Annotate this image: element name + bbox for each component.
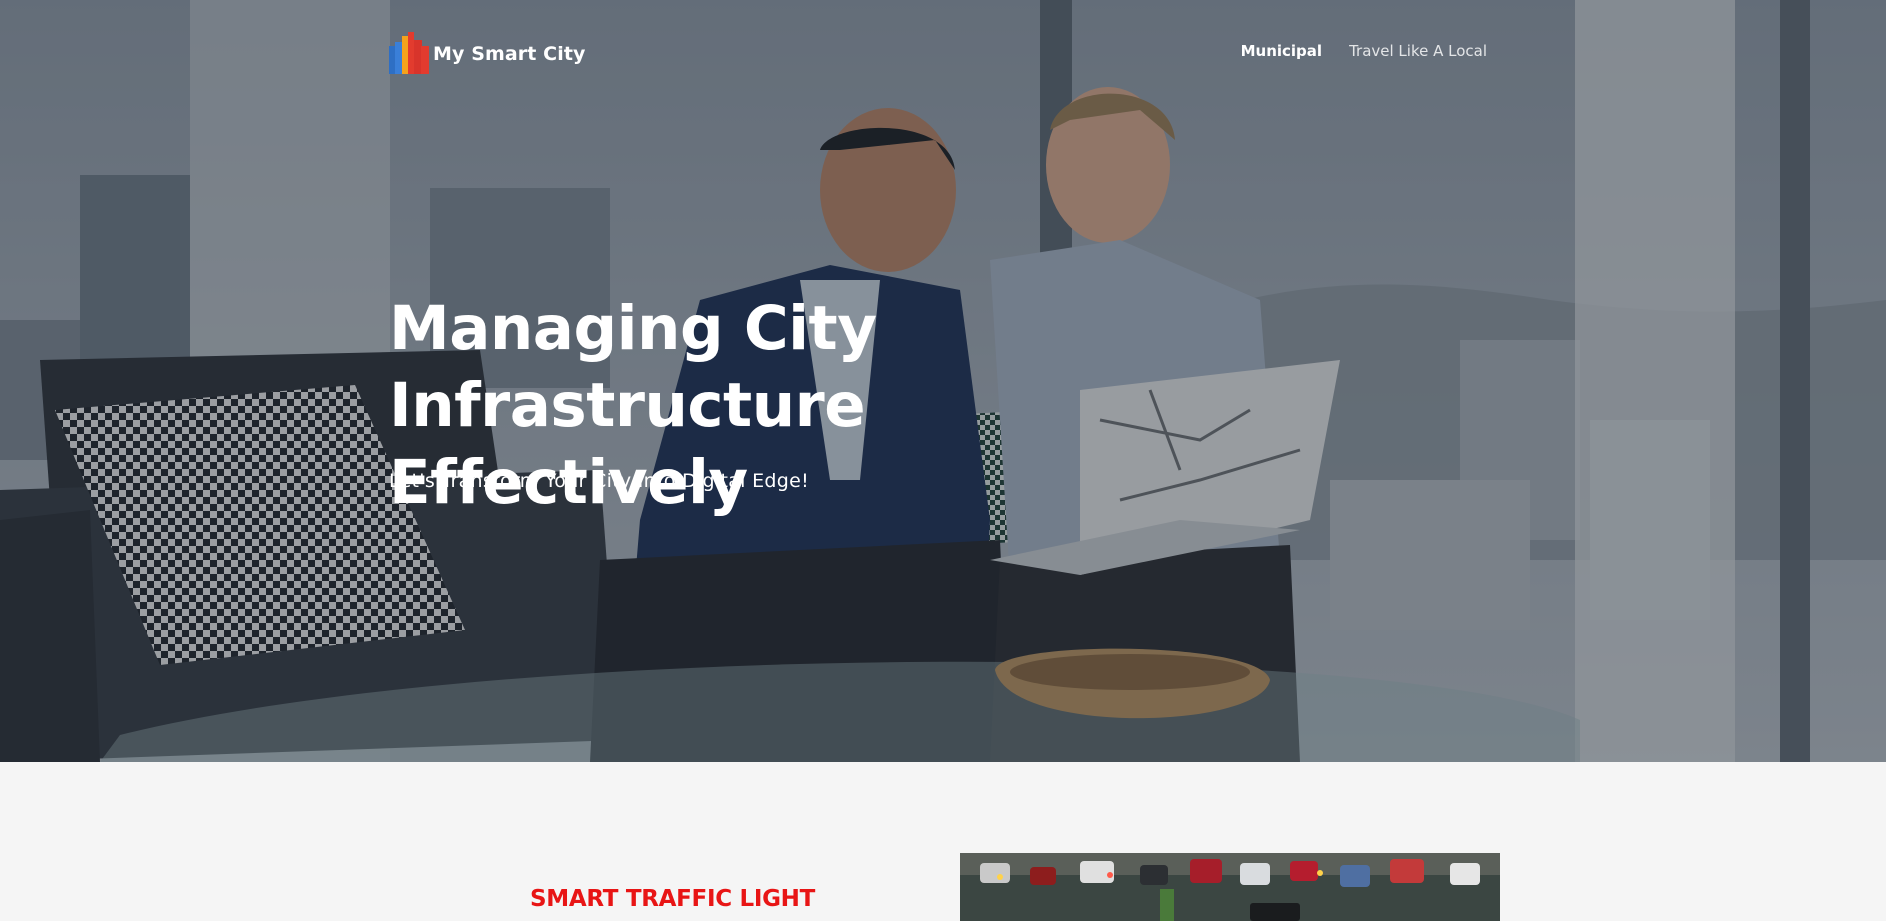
city-skyline-logo-icon	[389, 32, 429, 74]
brand-home-link[interactable]: My Smart City	[389, 32, 586, 76]
nav-link-municipal[interactable]: Municipal	[1241, 42, 1322, 60]
traffic-photo	[960, 853, 1500, 921]
hero-title-line-1: Managing City Infrastructure	[389, 293, 877, 441]
traffic-photo-image	[960, 853, 1500, 921]
brand-name: My Smart City	[433, 43, 586, 65]
hero-subtitle: Let's Transform Your City Into Digital E…	[389, 470, 810, 492]
top-navbar: My Smart City Municipal Travel Like A Lo…	[389, 32, 1487, 76]
feature-section: SMART TRAFFIC LIGHT	[0, 762, 1886, 921]
feature-title: SMART TRAFFIC LIGHT	[530, 886, 816, 912]
nav-links: Municipal Travel Like A Local	[1241, 42, 1487, 60]
nav-link-travel-like-a-local[interactable]: Travel Like A Local	[1349, 42, 1487, 60]
hero-section: My Smart City Municipal Travel Like A Lo…	[0, 0, 1886, 762]
